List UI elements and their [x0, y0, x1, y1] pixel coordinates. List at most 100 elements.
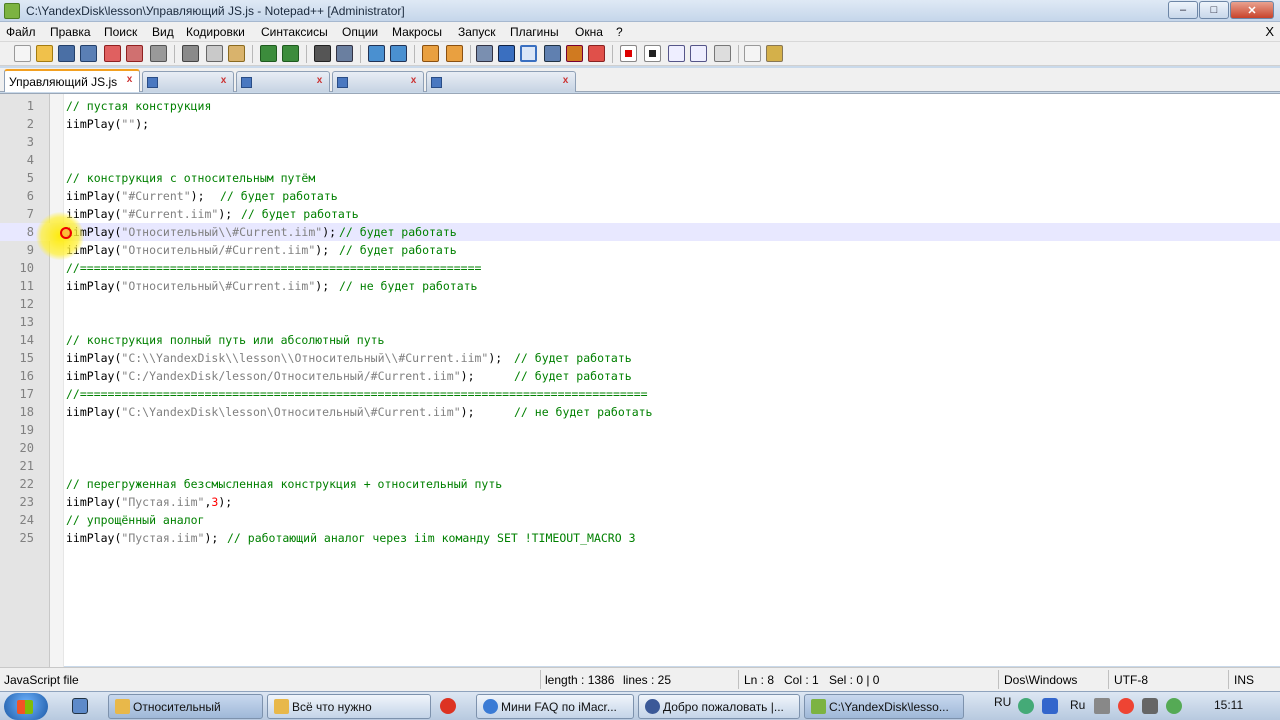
redo-icon[interactable]	[282, 45, 299, 62]
zoom-out-icon[interactable]	[390, 45, 407, 62]
show-desktop-icon[interactable]	[72, 698, 88, 714]
undo-icon[interactable]	[260, 45, 277, 62]
editor-line[interactable]: 5 // конструкция с относительным путём	[0, 169, 1280, 187]
save-all-icon[interactable]	[80, 45, 97, 62]
menu-view[interactable]: Вид	[152, 25, 174, 39]
editor-line[interactable]: 24 // упрощённый аналог	[0, 511, 1280, 529]
editor-line[interactable]: 3	[0, 133, 1280, 151]
editor-line[interactable]: 21	[0, 457, 1280, 475]
taskbar-item-добро-пожаловать[interactable]: Добро пожаловать |...	[638, 694, 800, 719]
menu-plugins[interactable]: Плагины	[510, 25, 559, 39]
menu-encoding[interactable]: Кодировки	[186, 25, 245, 39]
taskbar-item-mini-faq[interactable]: Мини FAQ по iMacr...	[476, 694, 634, 719]
cut-icon[interactable]	[182, 45, 199, 62]
editor-line[interactable]: 1 // пустая конструкция	[0, 97, 1280, 115]
tab-управляющий-js[interactable]: Управляющий JS.js x	[4, 69, 140, 92]
save-macro-icon[interactable]	[714, 45, 731, 62]
save-icon[interactable]	[58, 45, 75, 62]
replace-icon[interactable]	[336, 45, 353, 62]
keyboard-icon[interactable]	[1042, 698, 1058, 714]
new-file-icon[interactable]	[14, 45, 31, 62]
editor-line[interactable]: 9 iimPlay("Относительный/#Current.iim"); …	[0, 241, 1280, 259]
zoom-in-icon[interactable]	[368, 45, 385, 62]
tray-app-icon[interactable]	[1166, 698, 1182, 714]
volume-icon[interactable]	[1142, 698, 1158, 714]
play-macro-icon[interactable]	[668, 45, 685, 62]
tab-file-3[interactable]: x	[236, 71, 330, 92]
editor-line[interactable]: 18 iimPlay("C:\YandexDisk\lesson\Относите…	[0, 403, 1280, 421]
indent-guide-icon[interactable]	[520, 45, 537, 62]
taskbar-item-относительный[interactable]: Относительный	[108, 694, 263, 719]
record-macro-icon[interactable]	[620, 45, 637, 62]
language-indicator[interactable]: RU	[994, 695, 1011, 709]
tab-file-4[interactable]: x	[332, 71, 424, 92]
copy-icon[interactable]	[206, 45, 223, 62]
find-icon[interactable]	[314, 45, 331, 62]
editor-line[interactable]: 13	[0, 313, 1280, 331]
editor-line[interactable]: 19	[0, 421, 1280, 439]
close-all-icon[interactable]	[126, 45, 143, 62]
user-language-icon[interactable]	[544, 45, 561, 62]
stop-macro-icon[interactable]	[644, 45, 661, 62]
menu-edit[interactable]: Правка	[50, 25, 91, 39]
menu-language[interactable]: Синтаксисы	[261, 25, 328, 39]
start-button[interactable]	[4, 693, 48, 720]
opera-icon[interactable]	[440, 698, 456, 714]
spell-check-icon[interactable]	[744, 45, 761, 62]
menu-search[interactable]: Поиск	[104, 25, 137, 39]
tab-file-2[interactable]: x	[142, 71, 234, 92]
editor-line[interactable]: 7 iimPlay("#Current.iim"); // будет работ…	[0, 205, 1280, 223]
editor-line[interactable]: 15 iimPlay("C:\\YandexDisk\\lesson\\Относ…	[0, 349, 1280, 367]
editor-line[interactable]: 14 // конструкция полный путь или абсолют…	[0, 331, 1280, 349]
taskbar-item-notepadpp[interactable]: C:\YandexDisk\lesso...	[804, 694, 964, 719]
close-tab-icon[interactable]: x	[124, 75, 135, 86]
editor-line[interactable]: 22 // перегруженная безсмысленная констру…	[0, 475, 1280, 493]
close-button[interactable]: ✕	[1230, 1, 1274, 19]
run-macro-multiple-icon[interactable]	[690, 45, 707, 62]
close-tab-icon[interactable]: x	[560, 76, 571, 87]
word-wrap-icon[interactable]	[476, 45, 493, 62]
editor-line[interactable]: 10 //====================================…	[0, 259, 1280, 277]
taskbar-item-всё-что-нужно[interactable]: Всё что нужно	[267, 694, 431, 719]
editor-line[interactable]: 23 iimPlay("Пустая.iim",3);	[0, 493, 1280, 511]
editor-line[interactable]: 8 iimPlay("Относительный\\#Current.iim");…	[0, 223, 1280, 241]
editor-line[interactable]: 2 iimPlay("");	[0, 115, 1280, 133]
menu-file[interactable]: Файл	[6, 25, 36, 39]
code-editor[interactable]: 1 // пустая конструкция 2 iimPlay(""); 3 4 5 //…	[0, 93, 1280, 667]
close-file-icon[interactable]	[104, 45, 121, 62]
editor-line[interactable]: 11 iimPlay("Относительный\#Current.iim");…	[0, 277, 1280, 295]
doc-map-icon[interactable]	[566, 45, 583, 62]
editor-line[interactable]: 12	[0, 295, 1280, 313]
menu-window[interactable]: Окна	[575, 25, 603, 39]
function-list-icon[interactable]	[588, 45, 605, 62]
plugin-icon[interactable]	[766, 45, 783, 62]
editor-line[interactable]: 20	[0, 439, 1280, 457]
close-tab-icon[interactable]: x	[408, 76, 419, 87]
close-document-icon[interactable]: X	[1265, 24, 1274, 39]
editor-line[interactable]: 25 iimPlay("Пустая.iim"); // работающий а…	[0, 529, 1280, 547]
editor-line[interactable]: 17 //====================================…	[0, 385, 1280, 403]
clock[interactable]: 15:11	[1214, 698, 1243, 712]
keyboard-layout[interactable]: Ru	[1070, 698, 1085, 712]
menu-settings[interactable]: Опции	[342, 25, 378, 39]
tray-app-icon[interactable]	[1018, 698, 1034, 714]
close-tab-icon[interactable]: x	[314, 76, 325, 87]
sync-vertical-icon[interactable]	[422, 45, 439, 62]
editor-line[interactable]: 4	[0, 151, 1280, 169]
editor-line[interactable]: 16 iimPlay("C:/YandexDisk/lesson/Относите…	[0, 367, 1280, 385]
maximize-button[interactable]: □	[1199, 1, 1229, 19]
print-icon[interactable]	[150, 45, 167, 62]
minimize-button[interactable]: –	[1168, 1, 1198, 19]
tab-file-5[interactable]: x	[426, 71, 576, 92]
menu-macro[interactable]: Макросы	[392, 25, 442, 39]
menu-run[interactable]: Запуск	[458, 25, 496, 39]
show-all-chars-icon[interactable]	[498, 45, 515, 62]
flag-icon[interactable]	[1118, 698, 1134, 714]
network-icon[interactable]	[1094, 698, 1110, 714]
paste-icon[interactable]	[228, 45, 245, 62]
open-file-icon[interactable]	[36, 45, 53, 62]
menu-help[interactable]: ?	[616, 25, 623, 39]
close-tab-icon[interactable]: x	[218, 76, 229, 87]
sync-horizontal-icon[interactable]	[446, 45, 463, 62]
editor-line[interactable]: 6 iimPlay("#Current"); // будет работать	[0, 187, 1280, 205]
